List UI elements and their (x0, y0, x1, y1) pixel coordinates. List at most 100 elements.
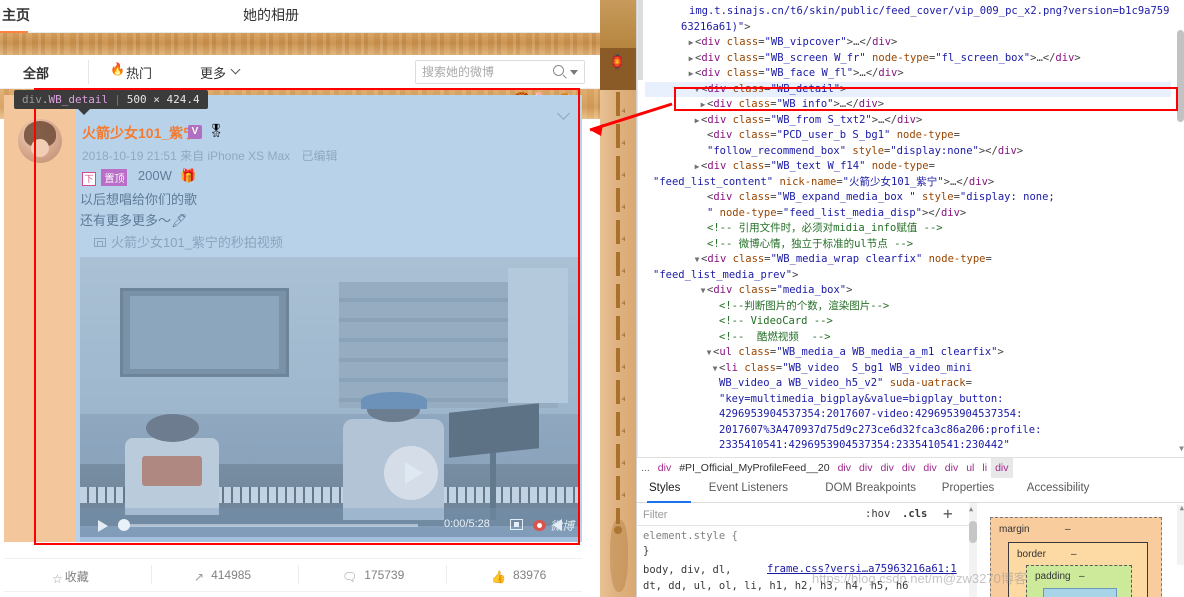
dom-tree-row[interactable]: <!-- VideoCard --> (645, 314, 1171, 330)
css-rule-selectors[interactable]: body, div, dl, (643, 563, 732, 578)
action-divider (298, 565, 299, 584)
disclosure-triangle-icon[interactable]: ▼ (711, 361, 719, 377)
comment-button[interactable]: 🗨 175739 (342, 568, 404, 584)
box-model-margin[interactable]: margin – border – padding – (990, 517, 1162, 597)
breadcrumb[interactable]: ... div #PI_Official_MyProfileFeed__20 div d… (637, 457, 1184, 478)
tab-accessibility[interactable]: Accessibility (1027, 482, 1090, 494)
box-model-border[interactable]: border – padding – (1008, 542, 1148, 597)
dom-tree-row[interactable]: "key=multimedia_bigplay&value=bigplay_bu… (645, 392, 1171, 408)
tab-properties[interactable]: Properties (942, 482, 994, 494)
filter-tab-hot[interactable]: 热门 (126, 63, 152, 82)
dom-tree-row[interactable]: ▼ <ul class="WB_media_a WB_media_a_m1 cle… (645, 345, 1171, 361)
dom-tree-row[interactable]: <div class="WB_expand_media_box " style=… (645, 190, 1171, 206)
disclosure-triangle-icon[interactable]: ▼ (705, 345, 713, 361)
dom-tree-row[interactable]: 2017607%3A470937d75d9c273ce6d32fca3c86a2… (645, 423, 1171, 439)
elements-tree-panel[interactable]: img.t.sinajs.cn/t6/skin/public/feed_cove… (637, 0, 1184, 457)
ruler-numbers: 4444444444444 (622, 109, 626, 499)
breadcrumb-item[interactable]: ... (637, 458, 654, 478)
box-model-content[interactable] (1043, 588, 1117, 597)
dom-tree-row[interactable]: img.t.sinajs.cn/t6/skin/public/feed_cove… (645, 4, 1171, 35)
tab-styles[interactable]: Styles (649, 482, 680, 494)
dom-tree-row[interactable]: ▼ <div class="media_box"> (645, 283, 1171, 299)
styles-scroll-up-arrow[interactable]: ▲ (969, 505, 973, 513)
dom-tree-row[interactable]: ▼ <li class="WB_video S_bg1 WB_video_mini (645, 361, 1171, 377)
profile-nav-bar: 主页 她的相册 (0, 0, 600, 33)
tab-event-listeners[interactable]: Event Listeners (709, 482, 788, 494)
dom-tree-row[interactable]: <!-- 微博心情，独立于标准的ul节点 --> (645, 237, 1171, 253)
plus-icon[interactable]: + (943, 504, 953, 523)
breadcrumb-item[interactable]: div (898, 458, 919, 478)
decorative-ruler-strip: 4444444444444 (600, 0, 636, 597)
styles-pane[interactable]: :hov .cls + element.style { } body, div,… (637, 503, 977, 597)
breadcrumb-item[interactable]: div (941, 458, 962, 478)
inspector-dimensions: 500 × 424.4 (126, 93, 200, 106)
cls-toggle[interactable]: .cls (902, 508, 927, 520)
tree-scrollbar-thumb[interactable] (1177, 30, 1184, 122)
breadcrumb-item[interactable]: ul (962, 458, 978, 478)
search-icon[interactable] (553, 65, 564, 76)
breadcrumb-item[interactable]: div (834, 458, 855, 478)
box-model-padding[interactable]: padding – (1026, 565, 1132, 597)
dom-tree-row[interactable]: ▼ <div class="WB_media_wrap clearfix" nod… (645, 252, 1171, 268)
search-input[interactable] (422, 61, 548, 83)
dom-tree-row[interactable]: "follow_recommend_box" style="display:no… (645, 144, 1171, 160)
css-source-link[interactable]: frame.css?versi…a75963216a61:1 (767, 563, 957, 575)
breadcrumb-item[interactable]: div (654, 458, 675, 478)
dom-tree-row[interactable]: ▶ <div class="WB_screen W_fr" node-type="… (645, 51, 1171, 67)
filter-tab-more[interactable]: 更多 (200, 63, 226, 82)
tab-dom-breakpoints[interactable]: DOM Breakpoints (825, 482, 916, 494)
nav-item-home[interactable]: 主页 (2, 4, 30, 26)
box-model-scrollbar[interactable] (1177, 505, 1184, 565)
nav-item-album[interactable]: 她的相册 (243, 4, 299, 26)
chevron-down-icon[interactable] (230, 64, 241, 75)
breadcrumb-item[interactable]: #PI_Official_MyProfileFeed__20 (675, 458, 833, 478)
element-style-open[interactable]: element.style { (643, 529, 738, 544)
disclosure-triangle-icon[interactable]: ▶ (693, 159, 701, 175)
repost-button[interactable]: ↗ 414985 (194, 568, 251, 584)
styles-scrollbar-thumb[interactable] (969, 521, 977, 543)
dom-tree-row[interactable]: WB_video_a WB_video_h5_v2" suda-uatrack= (645, 376, 1171, 392)
comment-count: 175739 (364, 568, 405, 582)
dom-tree-row[interactable]: ▶ <div class="WB_from S_txt2">…</div> (645, 113, 1171, 129)
disclosure-triangle-icon[interactable]: ▶ (687, 51, 695, 67)
breadcrumb-item[interactable]: div (855, 458, 876, 478)
hov-toggle[interactable]: :hov (865, 508, 890, 520)
dom-tree-row[interactable]: <!-- 酷燃视频 --> (645, 330, 1171, 346)
dom-tree-row[interactable]: "feed_list_media_prev"> (645, 268, 1171, 284)
dom-tree-row[interactable]: ▶ <div class="WB_vipcover">…</div> (645, 35, 1171, 51)
dom-tree-row[interactable]: "feed_list_content" nick-name="火箭少女101_紫… (645, 175, 1171, 191)
tree-scroll-down-arrow[interactable]: ▼ (1179, 444, 1184, 453)
filter-divider (88, 60, 89, 84)
like-button[interactable]: 👍 83976 (491, 568, 546, 584)
dom-tree-row[interactable]: 2335410541:4296953904537354:2335410541:2… (645, 438, 1171, 454)
search-dropdown-icon[interactable] (570, 70, 578, 75)
annotation-box-page (34, 88, 580, 545)
dom-tree-row[interactable]: <!--判断图片的个数，渲染图片--> (645, 299, 1171, 315)
styles-scrollbar-track[interactable] (969, 503, 977, 597)
dom-tree-row[interactable]: <div class="PCD_user_b S_bg1" node-type= (645, 128, 1171, 144)
filter-tab-all[interactable]: 全部 (23, 63, 49, 82)
breadcrumb-item[interactable]: div (991, 458, 1013, 478)
disclosure-triangle-icon[interactable]: ▶ (693, 113, 701, 129)
disclosure-triangle-icon[interactable]: ▼ (699, 283, 707, 299)
margin-value: – (1065, 524, 1071, 535)
dom-tree-row[interactable]: <!-- 引用文件时，必须对midia_info赋值 --> (645, 221, 1171, 237)
box-model-scroll-up-arrow[interactable]: ▲ (1180, 504, 1184, 512)
favorite-button[interactable]: ☆ 收藏 (52, 568, 89, 586)
devtools-tab-bar[interactable]: Styles Event Listeners DOM Breakpoints Prop… (637, 478, 1184, 503)
dom-tree-row[interactable]: 4296953904537354:2017607-video:429695390… (645, 407, 1171, 423)
disclosure-triangle-icon[interactable]: ▶ (687, 35, 695, 51)
styles-filter-input[interactable] (643, 506, 765, 523)
dom-tree-row[interactable]: " node-type="feed_list_media_disp"></div… (645, 206, 1171, 222)
dom-tree[interactable]: img.t.sinajs.cn/t6/skin/public/feed_cove… (645, 4, 1171, 454)
element-style-close: } (643, 545, 650, 557)
search-box[interactable] (415, 60, 585, 84)
breadcrumb-item[interactable]: div (876, 458, 897, 478)
inspector-class: .WB_detail (41, 93, 109, 106)
breadcrumb-item[interactable]: div (919, 458, 940, 478)
dom-tree-row[interactable]: ▶ <div class="WB_face W_fl">…</div> (645, 66, 1171, 82)
dom-tree-row[interactable]: ▶ <div class="WB_text W_f14" node-type= (645, 159, 1171, 175)
disclosure-triangle-icon[interactable]: ▼ (693, 252, 701, 268)
disclosure-triangle-icon[interactable]: ▶ (687, 66, 695, 82)
breadcrumb-item[interactable]: li (978, 458, 991, 478)
